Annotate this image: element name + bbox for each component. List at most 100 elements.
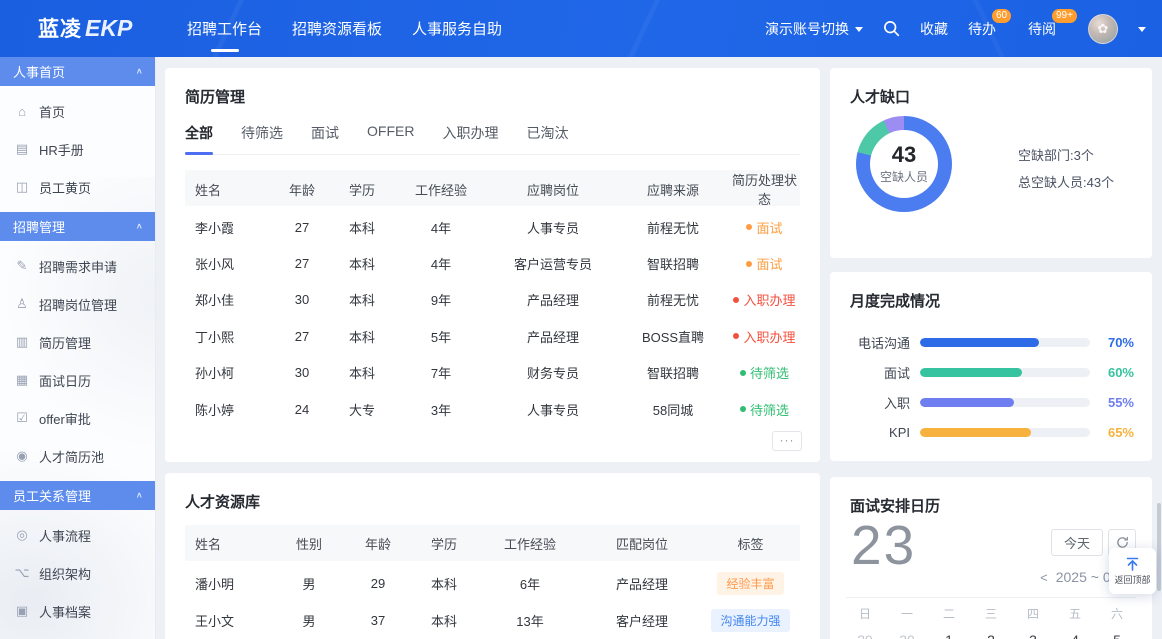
toread-link[interactable]: 待阅 99+ [1028, 19, 1056, 39]
logo-cn: 蓝凌 [38, 13, 82, 43]
nav-tab-recruit-dashboard[interactable]: 招聘资源看板 [292, 18, 382, 39]
cell-exp: 9年 [393, 290, 489, 309]
sidebar-item-icon: ⌂ [14, 104, 30, 119]
progress-row: 面试 60% [830, 357, 1152, 387]
tab-interview[interactable]: 面试 [311, 123, 339, 143]
favorites-link[interactable]: 收藏 [920, 19, 948, 39]
cell-position: 产品经理 [583, 574, 701, 593]
sidebar: 人事首页 ∧ ⌂ 首页 ▤ HR手册 ◫ 员工黄页 [0, 57, 155, 639]
table-row[interactable]: 孙小柯 30 本科 7年 财务专员 智联招聘 待筛选 [185, 355, 800, 391]
table-row[interactable]: 李小霞 27 本科 4年 人事专员 前程无忧 面试 [185, 209, 800, 245]
cell-edu: 本科 [331, 290, 393, 309]
sidebar-item[interactable]: ▥ 简历管理 [0, 323, 155, 361]
sidebar-item-icon: ◫ [14, 179, 30, 195]
cell-name: 张小风 [185, 254, 273, 273]
tab-eliminated[interactable]: 已淘汰 [526, 123, 568, 143]
cell-position: 财务专员 [489, 363, 617, 382]
nav-tab-recruit-workbench[interactable]: 招聘工作台 [187, 18, 262, 39]
tab-offer[interactable]: OFFER [367, 123, 414, 143]
table-row[interactable]: 王小文 男 37 本科 13年 客户经理 沟通能力强 [185, 602, 800, 639]
calendar-date[interactable]: 4 [1054, 632, 1096, 639]
gap-donut-chart: 43 空缺人员 [856, 116, 952, 212]
todo-badge: 60 [992, 9, 1011, 23]
avatar-chevron-down-icon[interactable] [1138, 27, 1146, 32]
cell-edu: 本科 [331, 218, 393, 237]
nav-tab-hr-selfservice[interactable]: 人事服务自助 [412, 18, 502, 39]
sidebar-item[interactable]: ◫ 员工黄页 [0, 168, 155, 206]
sidebar-item[interactable]: ⌥ 组织架构 [0, 554, 155, 592]
today-button[interactable]: 今天 [1051, 529, 1103, 556]
progress-track [920, 338, 1090, 347]
cell-position: 产品经理 [489, 327, 617, 346]
cell-tag: 沟通能力强 [701, 609, 800, 632]
cell-position: 产品经理 [489, 290, 617, 309]
sidebar-item[interactable]: ▦ 面试日历 [0, 361, 155, 399]
calendar-date[interactable]: 1 [928, 632, 970, 639]
monthly-card-title: 月度完成情况 [830, 272, 1152, 311]
sidebar-section-recruiting[interactable]: 招聘管理 ∧ [0, 212, 155, 241]
page-scrollbar-thumb[interactable] [1157, 503, 1161, 591]
sidebar-section-employee-relations[interactable]: 员工关系管理 ∧ [0, 481, 155, 510]
status-badge: 待筛选 [729, 400, 800, 419]
status-badge: 入职办理 [729, 290, 800, 309]
calendar-dates-row: 29 30 1 2 3 4 5 [844, 632, 1138, 639]
table-row[interactable]: 郑小佳 30 本科 9年 产品经理 前程无忧 入职办理 [185, 282, 800, 318]
calendar-date[interactable]: 5 [1096, 632, 1138, 639]
calendar-date[interactable]: 2 [970, 632, 1012, 639]
sidebar-item[interactable]: ✎ 招聘需求申请 [0, 247, 155, 285]
collapse-icon: ∧ [136, 222, 143, 231]
table-row[interactable]: 张小风 27 本科 4年 客户运营专员 智联招聘 面试 [185, 245, 800, 281]
weekday-label: 四 [1012, 605, 1054, 622]
weekday-label: 二 [928, 605, 970, 622]
progress-value: 60% [1090, 365, 1134, 380]
back-to-top-button[interactable]: 返回顶部 [1109, 548, 1156, 594]
calendar-date[interactable]: 30 [886, 632, 928, 639]
sidebar-item[interactable]: ♙ 招聘岗位管理 [0, 285, 155, 323]
sidebar-item[interactable]: ◎ 人事流程 [0, 516, 155, 554]
sidebar-item[interactable]: ⌂ 首页 [0, 92, 155, 130]
weekday-label: 六 [1096, 605, 1138, 622]
more-button[interactable]: ··· [772, 431, 802, 451]
cell-age: 27 [273, 220, 331, 235]
table-row[interactable]: 陈小婷 24 大专 3年 人事专员 58同城 待筛选 [185, 391, 800, 427]
search-icon[interactable] [883, 20, 900, 37]
gap-donut-center: 43 空缺人员 [870, 130, 938, 198]
calendar-date[interactable]: 29 [844, 632, 886, 639]
sidebar-item-icon: ▦ [14, 372, 30, 388]
cell-gender: 男 [273, 611, 345, 630]
cell-exp: 3年 [393, 400, 489, 419]
prev-month-arrow[interactable]: < [1040, 570, 1048, 585]
status-dot-icon [740, 370, 746, 376]
sidebar-item[interactable]: ▣ 人事档案 [0, 592, 155, 630]
sidebar-section-recruiting-items: ✎ 招聘需求申请 ♙ 招聘岗位管理 ▥ 简历管理 ▦ 面试日历 [0, 241, 155, 481]
sidebar-item[interactable]: ▤ HR手册 [0, 130, 155, 168]
page: 蓝凌 EKP 招聘工作台 招聘资源看板 人事服务自助 演示账号切换 收藏 待办 … [0, 0, 1162, 639]
progress-label: KPI [848, 425, 910, 440]
tab-to-screen[interactable]: 待筛选 [241, 123, 283, 143]
todo-link[interactable]: 待办 60 [968, 19, 996, 39]
sidebar-item-label: HR手册 [39, 140, 84, 159]
table-row[interactable]: 潘小明 男 29 本科 6年 产品经理 经验丰富 [185, 565, 800, 602]
sidebar-item-icon: ▣ [14, 603, 30, 619]
main-content: 简历管理 全部 待筛选 面试 OFFER 入职办理 已淘汰 姓名 年龄 学历 工… [155, 57, 1162, 639]
status-badge: 面试 [729, 254, 800, 273]
table-row[interactable]: 丁小熙 27 本科 5年 产品经理 BOSS直聘 入职办理 [185, 318, 800, 354]
progress-track [920, 428, 1090, 437]
status-text: 面试 [756, 254, 782, 273]
progress-label: 面试 [848, 363, 910, 382]
tab-onboarding[interactable]: 入职办理 [442, 123, 498, 143]
sidebar-item[interactable]: ◉ 人才简历池 [0, 437, 155, 475]
tab-all[interactable]: 全部 [185, 123, 213, 143]
cell-source: 前程无忧 [617, 290, 729, 309]
cell-name: 郑小佳 [185, 290, 273, 309]
sidebar-item[interactable]: ☑ offer审批 [0, 399, 155, 437]
cell-name: 潘小明 [185, 574, 273, 593]
cell-name: 李小霞 [185, 218, 273, 237]
cell-age: 27 [273, 256, 331, 271]
calendar-date[interactable]: 3 [1012, 632, 1054, 639]
user-avatar[interactable]: ✿ [1088, 14, 1118, 44]
sidebar-section-hr-home[interactable]: 人事首页 ∧ [0, 57, 155, 86]
monthly-completion-card: 月度完成情况 电话沟通 70% 面试 [830, 272, 1152, 461]
calendar-weekday-row: 日 一 二 三 四 五 六 [844, 605, 1138, 622]
account-switch[interactable]: 演示账号切换 [765, 19, 863, 39]
